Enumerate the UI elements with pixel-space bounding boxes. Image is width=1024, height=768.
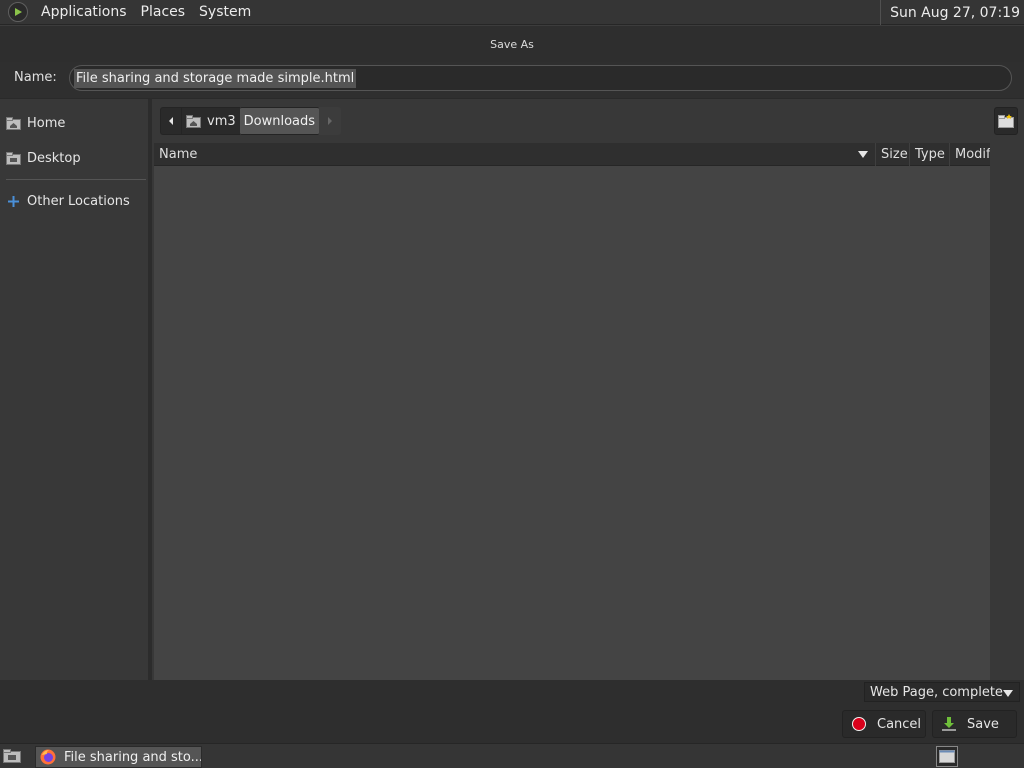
path-forward-button[interactable] <box>319 107 342 135</box>
sidebar-item-label: Home <box>27 115 66 131</box>
workspace-switcher[interactable] <box>936 746 958 767</box>
column-header-type[interactable]: Type <box>909 143 949 166</box>
triangle-left-icon <box>169 117 173 125</box>
sort-down-icon <box>858 151 868 158</box>
show-desktop-button[interactable] <box>2 747 22 765</box>
path-segment-downloads[interactable]: Downloads <box>239 107 320 135</box>
desktop-folder-icon <box>3 749 21 763</box>
column-header-size[interactable]: Size <box>875 143 909 166</box>
plus-icon <box>6 194 21 208</box>
places-menu[interactable]: Places <box>134 4 193 20</box>
name-row: Name: File sharing and storage made simp… <box>0 62 1024 98</box>
clock[interactable]: Sun Aug 27, 07:19 <box>880 0 1024 25</box>
file-browser-main: vm3 Downloads Name Size Type Modif <box>152 98 1024 681</box>
sidebar-item-home[interactable]: Home <box>6 110 65 136</box>
places-sidebar: Home Desktop Other Locations <box>0 98 152 680</box>
applications-menu[interactable]: Applications <box>34 4 134 20</box>
create-folder-button[interactable] <box>994 107 1018 135</box>
chevron-down-icon <box>1003 690 1013 697</box>
column-name-label: Name <box>159 147 198 162</box>
system-menu[interactable]: System <box>192 4 258 20</box>
sidebar-item-other-locations[interactable]: Other Locations <box>6 188 130 214</box>
save-button[interactable]: Save <box>932 710 1017 738</box>
path-segment-label: vm3 <box>207 113 236 129</box>
file-type-filter-value: Web Page, complete <box>870 684 1003 700</box>
save-label: Save <box>967 716 999 732</box>
file-list-header: Name Size Type Modif <box>154 143 990 166</box>
filename-value: File sharing and storage made simple.htm… <box>74 68 357 88</box>
dialog-title: Save As <box>0 26 1024 62</box>
home-folder-icon <box>186 114 201 128</box>
file-list[interactable]: Name Size Type Modif <box>154 143 990 681</box>
bottom-taskbar: File sharing and sto... <box>0 743 1024 768</box>
path-segment-vm3[interactable]: vm3 <box>182 107 240 135</box>
sidebar-divider <box>6 179 146 180</box>
cancel-label: Cancel <box>877 716 922 732</box>
path-back-button[interactable] <box>160 107 182 135</box>
cancel-icon <box>851 716 867 732</box>
home-folder-icon <box>6 116 21 130</box>
save-icon <box>941 716 957 732</box>
file-type-filter[interactable]: Web Page, complete <box>864 682 1020 702</box>
sidebar-item-desktop[interactable]: Desktop <box>6 145 81 171</box>
taskbar-window-label: File sharing and sto... <box>64 749 202 765</box>
top-panel: Applications Places System Sun Aug 27, 0… <box>0 0 1024 25</box>
cancel-button[interactable]: Cancel <box>842 710 926 738</box>
file-list-scroll-area <box>990 143 1022 681</box>
name-label: Name: <box>14 70 57 85</box>
column-header-modified[interactable]: Modif <box>949 143 990 166</box>
distro-logo-icon[interactable] <box>8 2 28 22</box>
sidebar-item-label: Desktop <box>27 150 81 166</box>
desktop-folder-icon <box>6 151 21 165</box>
sidebar-item-label: Other Locations <box>27 193 130 209</box>
triangle-right-icon <box>328 117 333 125</box>
firefox-icon <box>40 748 56 766</box>
filename-input[interactable]: File sharing and storage made simple.htm… <box>69 65 1012 91</box>
dialog-footer: Web Page, complete Cancel Save <box>0 680 1024 743</box>
new-folder-icon <box>998 114 1014 128</box>
taskbar-window-firefox[interactable]: File sharing and sto... <box>35 746 202 768</box>
workspace-icon <box>939 750 955 763</box>
path-bar: vm3 Downloads <box>160 107 342 135</box>
column-header-name[interactable]: Name <box>154 143 876 166</box>
